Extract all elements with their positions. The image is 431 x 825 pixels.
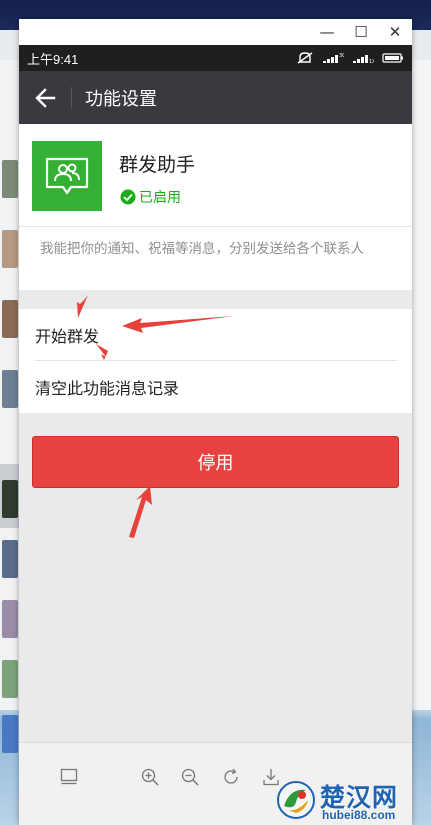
background-thumbnail — [2, 540, 18, 578]
background-thumbnail — [2, 715, 18, 753]
start-mass-send-item[interactable]: 开始群发 — [19, 309, 412, 361]
zoom-out-icon — [181, 768, 199, 786]
status-badge: 已启用 — [120, 187, 181, 207]
background-thumbnail — [2, 160, 18, 198]
background-thumbnail — [2, 300, 18, 338]
rotate-button[interactable] — [219, 765, 243, 789]
background-app-sidebar — [0, 60, 19, 753]
check-circle-icon — [120, 189, 136, 205]
description-text: 我能把你的通知、祝福等消息，分别发送给各个联系人 — [40, 241, 364, 257]
maximize-button[interactable]: ☐ — [344, 19, 378, 45]
signal-3g-icon: 3G — [323, 53, 344, 63]
battery-icon — [382, 53, 403, 63]
close-button[interactable]: ✕ — [378, 19, 412, 45]
back-button[interactable] — [19, 71, 71, 124]
emulator-window: — ☐ ✕ 上午9:41 3G 1X — [19, 19, 412, 825]
arrow-left-icon — [35, 87, 56, 108]
rotate-icon — [224, 768, 238, 784]
group-users-icon — [45, 157, 89, 195]
background-thumbnail — [2, 480, 18, 518]
feature-icon — [32, 141, 102, 211]
disable-button[interactable]: 停用 — [32, 436, 399, 488]
zoom-in-button[interactable] — [138, 765, 162, 789]
watermark-url: hubei88.com — [322, 808, 396, 822]
status-label: 已启用 — [139, 190, 181, 206]
site-watermark: 楚汉网 hubei88.com — [270, 776, 431, 825]
background-app-panel — [411, 60, 431, 710]
site-logo-icon — [277, 781, 315, 819]
background-thumbnail — [2, 600, 18, 638]
header-divider — [71, 86, 72, 109]
minimize-button[interactable]: — — [310, 19, 344, 45]
svg-text:1X: 1X — [369, 59, 374, 64]
signal-1x-icon: 1X — [353, 55, 374, 64]
feature-name: 群发助手 — [119, 154, 196, 176]
status-time: 上午9:41 — [27, 51, 79, 67]
feature-card: 群发助手 已启用 — [19, 124, 412, 226]
page-title: 功能设置 — [85, 88, 157, 110]
window-titlebar: — ☐ ✕ — [19, 19, 412, 45]
feature-description: 我能把你的通知、祝福等消息，分别发送给各个联系人 — [19, 226, 412, 290]
app-header: 功能设置 — [19, 71, 412, 124]
clear-history-item[interactable]: 清空此功能消息记录 — [19, 361, 412, 413]
screen-button[interactable] — [57, 765, 81, 789]
no-disturb-icon — [297, 52, 313, 64]
background-thumbnail — [2, 230, 18, 268]
svg-text:3G: 3G — [339, 53, 344, 59]
zoom-out-button[interactable] — [178, 765, 202, 789]
background-thumbnail — [2, 660, 18, 698]
screen-icon — [60, 768, 78, 785]
zoom-in-icon — [141, 768, 159, 786]
status-icons: 3G 1X — [296, 51, 404, 65]
phone-status-bar: 上午9:41 3G 1X — [19, 45, 412, 71]
background-thumbnail — [2, 370, 18, 408]
action-list: 开始群发 清空此功能消息记录 — [19, 309, 412, 413]
